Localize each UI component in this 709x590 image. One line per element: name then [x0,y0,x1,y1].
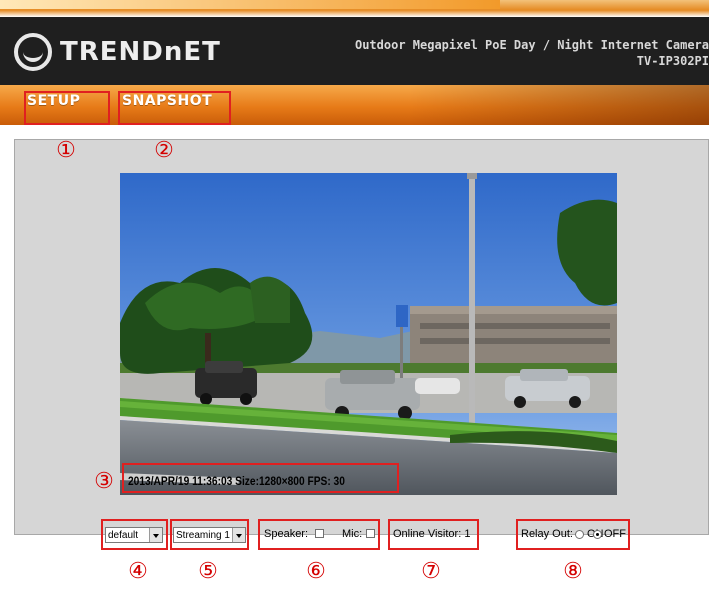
callout-box-audio [258,519,380,550]
callout-number-1: ① [56,138,76,163]
callout-box-setup [24,91,110,125]
brand-logo: TRENDnET [14,33,221,71]
product-name: Outdoor Megapixel PoE Day / Night Intern… [354,38,709,52]
callout-number-7: ⑦ [421,559,441,584]
product-model: TV-IP302PI [636,54,709,68]
callout-box-relay [516,519,630,550]
callout-box-profile [101,519,168,550]
callout-number-4: ④ [128,559,148,584]
callout-number-5: ⑤ [198,559,218,584]
header: TRENDnET Outdoor Megapixel PoE Day / Nig… [0,17,709,85]
product-title: Outdoor Megapixel PoE Day / Night Intern… [355,37,709,69]
callout-box-overlay [122,463,399,493]
callout-box-visitor [388,519,479,550]
callout-box-stream [170,519,249,550]
top-strip-bar [0,0,500,9]
nav-shade [409,85,709,125]
brand-name: TRENDnET [60,37,221,67]
callout-number-2: ② [154,138,174,163]
callout-number-6: ⑥ [306,559,326,584]
top-strip [0,0,709,17]
callout-box-snapshot [118,91,231,125]
callout-number-8: ⑧ [563,559,583,584]
live-video-view[interactable] [120,173,617,495]
callout-number-3: ③ [94,469,114,494]
trendnet-logo-icon [14,33,52,71]
